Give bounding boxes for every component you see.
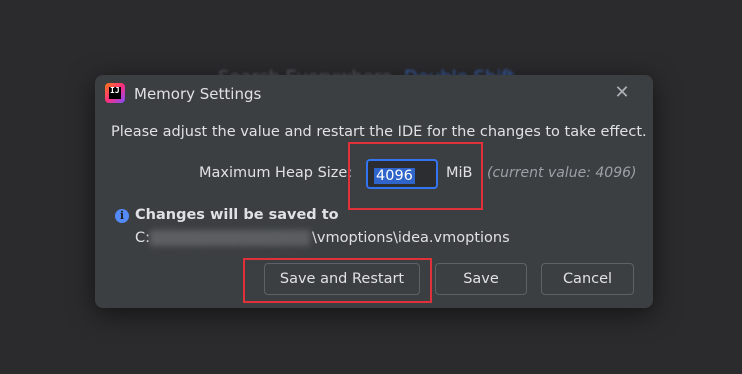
annotation-highlight-heap-input	[348, 142, 483, 210]
annotation-highlight-save-restart	[243, 258, 432, 303]
close-icon[interactable]: ✕	[611, 82, 633, 104]
saved-to-title: Changes will be saved to	[135, 207, 339, 223]
info-icon: i	[115, 209, 129, 223]
dialog-title-bar: IJ Memory Settings ✕	[95, 75, 653, 113]
save-button[interactable]: Save	[435, 263, 527, 295]
instruction-text: Please adjust the value and restart the …	[111, 124, 647, 140]
dialog-title: Memory Settings	[134, 85, 262, 103]
path-prefix: C:	[135, 230, 151, 246]
intellij-idea-icon: IJ	[105, 83, 125, 103]
vmoptions-path: C: \vmoptions\idea.vmoptions	[135, 230, 510, 246]
redacted-path-segment	[150, 230, 311, 246]
path-suffix: \vmoptions\idea.vmoptions	[312, 230, 510, 246]
heap-size-label: Maximum Heap Size:	[199, 165, 353, 181]
current-value-hint: (current value: 4096)	[487, 165, 637, 181]
cancel-button[interactable]: Cancel	[541, 263, 634, 295]
